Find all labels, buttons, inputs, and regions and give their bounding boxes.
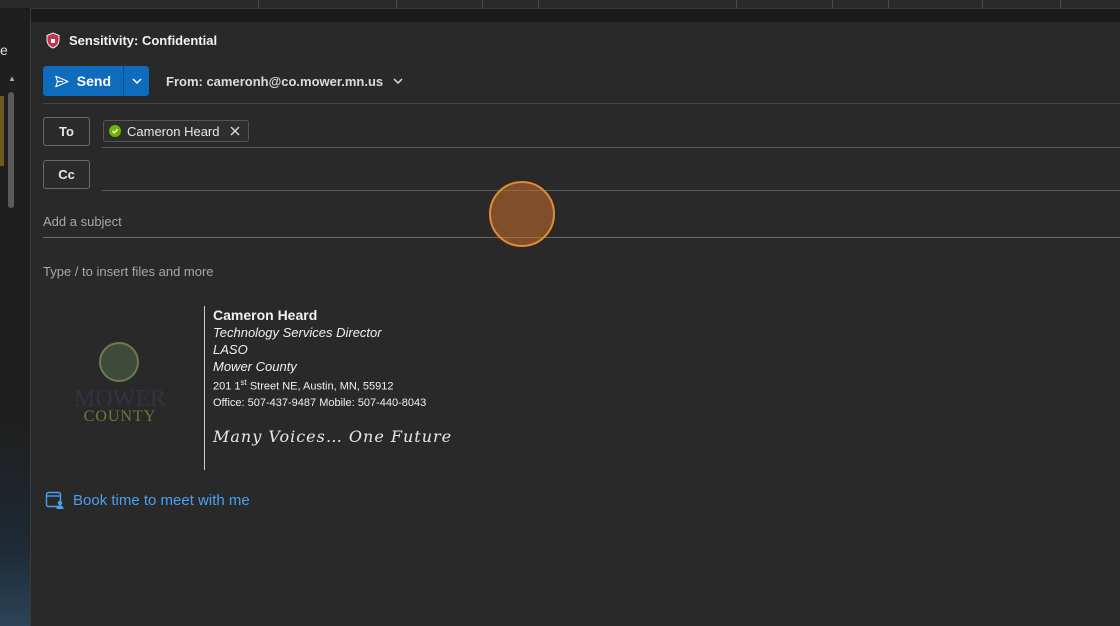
signature-phones: Office: 507-437-9487 Mobile: 507-440-804…	[213, 396, 427, 409]
cc-button[interactable]: Cc	[43, 160, 90, 189]
background-image	[0, 428, 30, 626]
send-icon	[55, 75, 69, 87]
signature-address: 201 1st Street NE, Austin, MN, 55912	[213, 375, 452, 395]
sensitivity-label[interactable]: Sensitivity: Confidential	[45, 32, 217, 49]
to-button[interactable]: To	[43, 117, 90, 146]
item-thumbnail	[0, 96, 4, 166]
from-selector[interactable]: From: cameronh@co.mower.mn.us	[166, 74, 403, 89]
logo-text-line2: COUNTY	[83, 408, 157, 425]
tab-divider	[538, 0, 539, 8]
recipient-chip[interactable]: Cameron Heard	[103, 120, 249, 142]
send-button[interactable]: Send	[43, 66, 123, 96]
signature-org: LASO	[213, 342, 248, 357]
tab-divider	[482, 0, 483, 8]
book-time-link[interactable]: Book time to meet with me	[45, 490, 250, 510]
compose-toolbar: Send From: cameronh@co.mower.mn.us	[43, 66, 403, 96]
compose-pane: Sensitivity: Confidential Send From: cam…	[31, 22, 1120, 626]
tab-divider	[736, 0, 737, 8]
chevron-down-icon	[393, 78, 403, 84]
county-emblem	[99, 342, 139, 382]
toolbar-divider	[43, 103, 1120, 104]
address-number: 201 1	[213, 380, 241, 393]
signature-title: Technology Services Director	[213, 325, 382, 340]
recipient-name: Cameron Heard	[127, 123, 220, 139]
background-tab-strip	[0, 0, 1120, 9]
calendar-person-icon	[45, 491, 64, 509]
subject-underline	[43, 237, 1120, 238]
signature-county: Mower County	[213, 359, 297, 374]
chevron-down-icon	[131, 78, 142, 84]
tab-divider	[982, 0, 983, 8]
message-body[interactable]: Type / to insert files and more	[43, 264, 214, 279]
tab-divider	[258, 0, 259, 8]
presence-available-icon	[109, 125, 121, 137]
shield-icon	[46, 32, 60, 49]
tab-divider	[396, 0, 397, 8]
message-list-edge: e ▲	[0, 8, 31, 626]
remove-recipient-icon[interactable]	[230, 126, 240, 136]
send-options-button[interactable]	[123, 66, 149, 96]
tab-divider	[832, 0, 833, 8]
tab-divider	[888, 0, 889, 8]
sensitivity-text: Sensitivity: Confidential	[69, 33, 218, 48]
signature-motto: Many Voices… One Future	[213, 426, 453, 446]
to-input[interactable]	[102, 147, 1120, 148]
scrollbar-thumb[interactable]	[8, 92, 14, 208]
cursor-highlight	[489, 181, 555, 247]
email-signature: Cameron Heard Technology Services Direct…	[213, 306, 452, 446]
cc-input[interactable]	[102, 190, 1120, 191]
mower-county-logo: MOWER COUNTY	[65, 342, 175, 430]
truncated-text: e	[0, 42, 8, 58]
address-street: Street NE, Austin, MN, 55912	[246, 380, 394, 393]
subject-input[interactable]: Add a subject	[43, 214, 122, 229]
send-label: Send	[76, 73, 111, 89]
signature-divider	[204, 306, 205, 470]
scroll-up-icon[interactable]: ▲	[8, 74, 16, 83]
signature-name: Cameron Heard	[213, 307, 318, 323]
from-label: From: cameronh@co.mower.mn.us	[166, 73, 384, 89]
tab-divider	[1060, 0, 1061, 8]
book-time-label: Book time to meet with me	[73, 491, 250, 509]
